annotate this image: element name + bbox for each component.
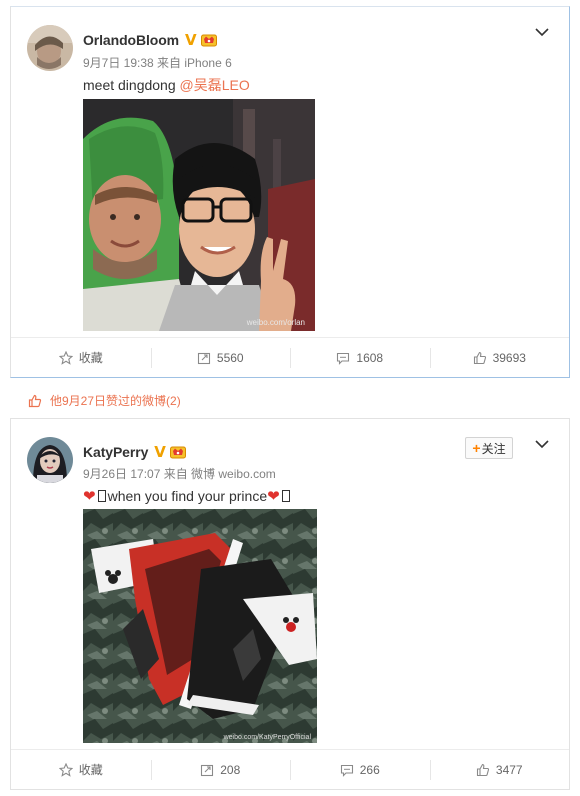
photo-watermark: weibo.com/orlan [246,318,305,327]
member-badge-icon[interactable] [200,33,217,47]
heart-emoji-icon: ❤ [267,488,280,505]
comment-button[interactable]: 266 [290,750,430,789]
like-button[interactable]: 3477 [429,750,570,789]
post-photo[interactable]: weibo.com/KatyPerryOfficial [83,509,317,743]
verified-icon: V [185,31,197,49]
thumbs-up-icon [28,394,42,407]
avatar[interactable] [27,25,73,71]
post-card-katy: KatyPerry V + 关注 9月26日 17:07 来自 微博 weibo.… [10,418,570,790]
favorite-button[interactable]: 收藏 [11,750,151,789]
repost-count: 208 [220,762,241,777]
member-badge-icon[interactable] [169,445,186,459]
favorite-label: 收藏 [78,351,103,365]
username[interactable]: KatyPerry [83,444,148,460]
follow-label: 关注 [481,441,506,456]
comment-icon [337,352,350,365]
favorite-label: 收藏 [78,763,103,777]
post-text-body: meet dingdong [83,77,180,93]
liked-posts-link[interactable]: 他9月27日赞过的微博(2) [28,392,181,409]
like-count: 3477 [495,762,523,777]
post-card-orlando: OrlandoBloom V 9月7日 19:38 来自 iPhone 6 me… [10,6,570,378]
post-text: meet dingdong @吴磊LEO [83,75,250,95]
repost-button[interactable]: 208 [150,750,291,789]
photo-watermark: weibo.com/KatyPerryOfficial [223,734,312,741]
post-meta: 9月7日 19:38 来自 iPhone 6 [83,56,232,70]
mention-link[interactable]: @吴磊LEO [180,77,250,93]
post-text: ❤ when you find your prince ❤ [83,487,292,505]
repost-icon [197,352,210,364]
star-icon [58,762,73,777]
comment-count: 1608 [356,350,384,365]
like-count: 39693 [492,350,526,365]
repost-count: 5560 [216,350,244,365]
like-button[interactable]: 39693 [429,338,570,377]
comment-count: 266 [359,762,380,777]
comment-button[interactable]: 1608 [290,338,430,377]
star-icon [58,350,73,365]
avatar[interactable] [27,437,73,483]
author-row: OrlandoBloom V [83,31,217,49]
chevron-down-icon[interactable] [535,27,549,37]
thumbs-up-icon [476,763,489,776]
post-text-body: when you find your prince [107,488,268,504]
plus-icon: + [472,440,481,456]
missing-glyph [281,490,290,502]
comment-icon [340,764,353,777]
follow-button[interactable]: + 关注 [465,437,513,459]
verified-icon: V [154,443,166,461]
action-bar: 收藏 5560 1608 39693 [11,337,569,377]
author-row: KatyPerry V [83,443,186,461]
liked-posts-label: 他9月27日赞过的微博(2) [50,394,181,408]
post-meta: 9月26日 17:07 来自 微博 weibo.com [83,467,276,481]
heart-emoji-icon: ❤ [83,488,96,505]
missing-glyph [97,490,106,502]
repost-icon [201,764,214,776]
post-photo[interactable]: weibo.com/orlan [83,99,315,331]
thumbs-up-icon [473,351,486,364]
chevron-down-icon[interactable] [535,439,549,449]
repost-button[interactable]: 5560 [150,338,291,377]
action-bar: 收藏 208 266 3477 [11,749,569,789]
username[interactable]: OrlandoBloom [83,32,179,48]
favorite-button[interactable]: 收藏 [11,338,151,377]
